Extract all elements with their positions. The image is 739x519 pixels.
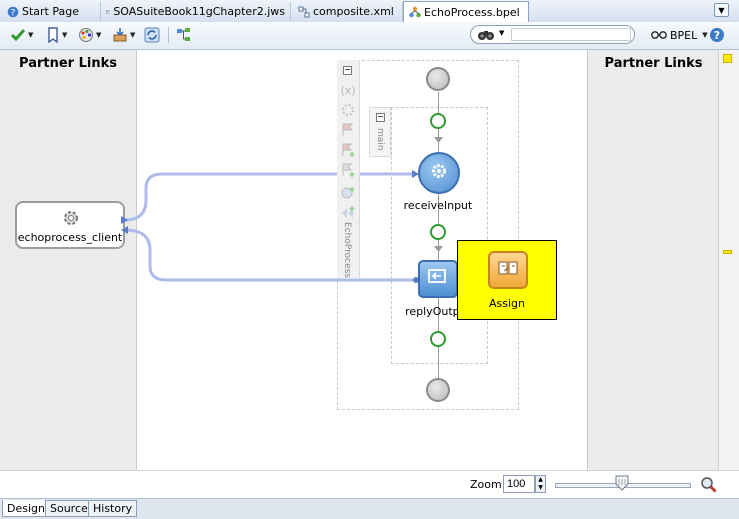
zoom-bar: Zoom: ▲▼ — [0, 470, 739, 499]
alarm-icon[interactable] — [340, 184, 356, 200]
drag-tooltip-assign: Assign — [457, 240, 557, 320]
tooltip-label: Assign — [489, 297, 525, 310]
activity-replyoutput[interactable] — [418, 260, 458, 298]
zoom-label: Zoom: — [470, 478, 506, 491]
tab-source[interactable]: Source — [45, 500, 93, 517]
edit-flag-icon[interactable] — [340, 162, 356, 178]
activity-label: receiveInput — [403, 199, 473, 212]
connector-node[interactable] — [430, 224, 446, 240]
flag-icon[interactable] — [340, 122, 356, 138]
correlation-icon[interactable] — [340, 102, 356, 118]
connector-node[interactable] — [430, 113, 446, 129]
start-node[interactable] — [426, 67, 450, 91]
svg-text:(x): (x) — [340, 84, 355, 97]
tab-design[interactable]: Design — [2, 500, 50, 517]
add-flag-icon[interactable] — [340, 142, 356, 158]
chevron-down-icon[interactable]: ▼ — [536, 484, 545, 492]
editor-view-tabs: Design Source History — [0, 498, 739, 519]
connector-node[interactable] — [430, 331, 446, 347]
end-node[interactable] — [426, 378, 450, 402]
double-flag-icon[interactable] — [340, 204, 356, 220]
process-name-label: EchoProcess — [342, 222, 352, 278]
chevron-up-icon[interactable]: ▲ — [536, 476, 545, 484]
zoom-slider-thumb[interactable] — [615, 475, 629, 491]
magnifier-icon[interactable] — [700, 476, 718, 494]
zoom-spinner[interactable]: ▲ ▼ — [535, 475, 546, 493]
collapse-scope-button[interactable]: − — [376, 113, 385, 122]
assign-activity-icon — [488, 251, 528, 289]
gear-icon — [432, 164, 446, 178]
scope-label: main — [375, 128, 385, 151]
arrow-down-icon — [434, 137, 443, 143]
assign-icon — [498, 261, 518, 275]
process-side-palette: − (x) EchoProcess — [337, 60, 360, 278]
reply-icon — [428, 269, 446, 283]
tab-history[interactable]: History — [88, 500, 138, 517]
arrow-down-icon — [434, 246, 443, 252]
collapse-process-button[interactable]: − — [343, 66, 352, 75]
zoom-input[interactable] — [503, 475, 535, 493]
variables-icon[interactable]: (x) — [340, 82, 356, 98]
scope-main-header: − main — [369, 107, 391, 157]
activity-receiveinput[interactable] — [418, 152, 460, 194]
